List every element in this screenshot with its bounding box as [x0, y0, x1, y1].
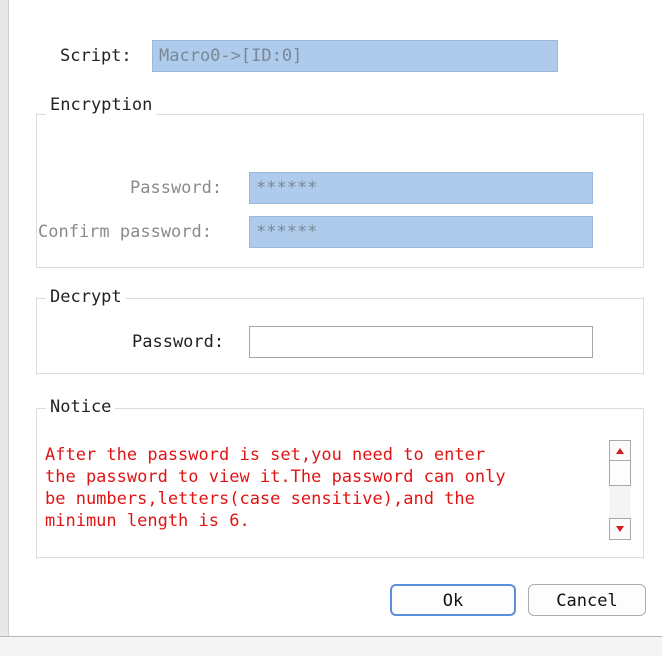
confirm-password-label: Confirm password:: [38, 222, 212, 242]
scrollbar-thumb[interactable]: [609, 460, 631, 486]
encryption-password-field[interactable]: ******: [249, 172, 593, 204]
notice-group-title: Notice: [46, 397, 116, 417]
scroll-up-button[interactable]: [609, 440, 631, 462]
decrypt-group-title: Decrypt: [46, 287, 126, 307]
script-field: Macro0->[ID:0]: [152, 40, 558, 72]
encryption-password-label: Password:: [130, 178, 223, 198]
window-bottom-border: [0, 636, 662, 656]
confirm-password-field[interactable]: ******: [249, 216, 593, 248]
scrollbar-track[interactable]: [609, 486, 631, 518]
notice-text: After the password is set,you need to en…: [45, 445, 506, 531]
cancel-button[interactable]: Cancel: [528, 584, 646, 616]
decrypt-password-input[interactable]: [249, 326, 593, 358]
scroll-down-icon: [616, 526, 624, 532]
decrypt-password-label: Password:: [132, 332, 225, 352]
window-left-border: [0, 0, 9, 655]
password-dialog: Script: Macro0->[ID:0] Encryption Passwo…: [0, 0, 662, 656]
scroll-up-icon: [616, 448, 624, 454]
script-label: Script:: [60, 46, 132, 66]
ok-button[interactable]: Ok: [390, 584, 516, 616]
scroll-down-button[interactable]: [609, 518, 631, 540]
encryption-group-title: Encryption: [46, 95, 157, 115]
